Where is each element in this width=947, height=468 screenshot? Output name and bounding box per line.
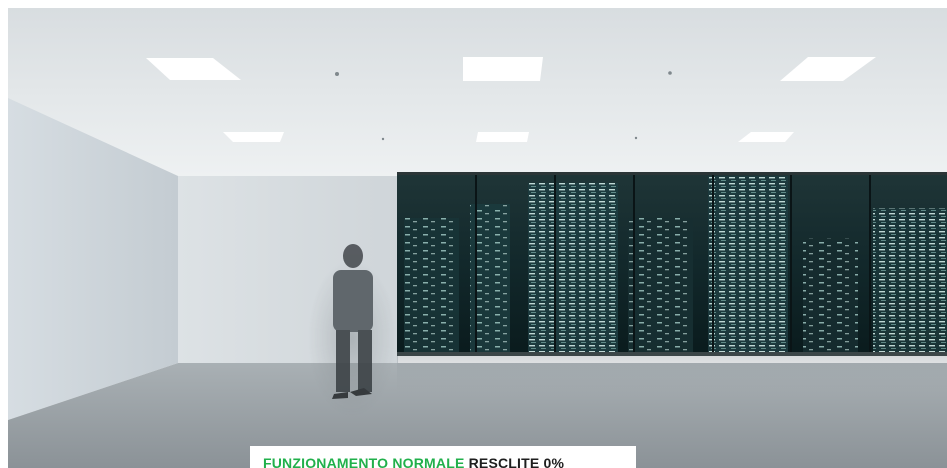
metric-label: RESCLITE <box>468 455 540 468</box>
mode-label: FUNZIONAMENTO NORMALE <box>263 455 465 468</box>
photo-frame: FUNZIONAMENTO NORMALE RESCLITE 0% <box>0 0 947 468</box>
status-caption: FUNZIONAMENTO NORMALE RESCLITE 0% <box>263 455 564 468</box>
office-room-photo <box>8 8 947 468</box>
status-caption-box: FUNZIONAMENTO NORMALE RESCLITE 0% <box>250 446 636 468</box>
metric-value: 0% <box>543 455 565 468</box>
